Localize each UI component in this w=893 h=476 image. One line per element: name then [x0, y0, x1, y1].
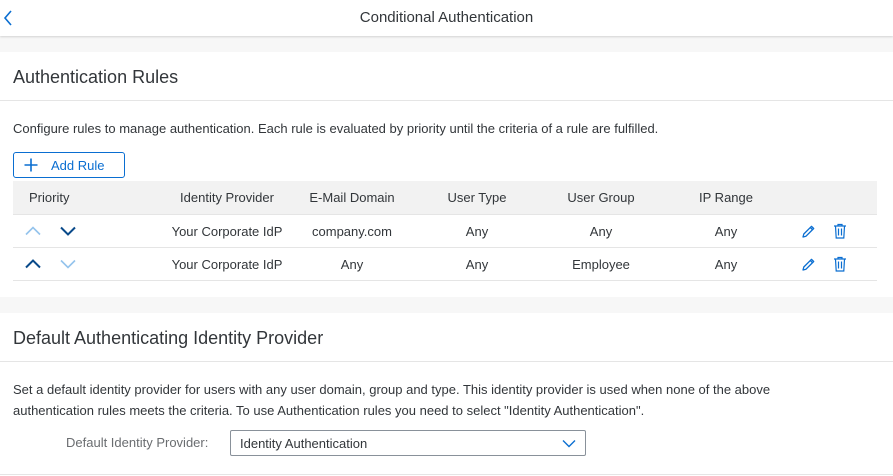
authentication-rules-section: Authentication Rules Configure rules to …	[0, 52, 893, 297]
chevron-down-icon	[60, 226, 76, 236]
cell-user-group: Any	[589, 223, 613, 239]
section-title: Authentication Rules	[13, 67, 179, 87]
cell-user-type: Any	[465, 256, 489, 272]
default-description-line-1: Set a default identity provider for user…	[13, 382, 771, 397]
default-idp-select[interactable]: Identity Authentication	[230, 430, 586, 456]
edit-rule-button[interactable]	[800, 256, 816, 272]
default-idp-section: Default Authenticating Identity Provider…	[0, 313, 893, 476]
table-row: Your Corporate IdP company.com Any Any A…	[13, 215, 877, 248]
move-up-button[interactable]	[25, 223, 41, 239]
page-header: Conditional Authentication	[0, 0, 893, 36]
trash-icon	[834, 256, 846, 272]
cell-email-domain: Any	[340, 256, 364, 272]
column-header-priority: Priority	[29, 190, 70, 205]
rules-table: Priority Identity Provider E-Mail Domain…	[13, 181, 877, 281]
table-row: Your Corporate IdP Any Any Employee Any	[13, 248, 877, 281]
column-header-identity-provider: Identity Provider	[180, 190, 274, 205]
pencil-icon	[801, 225, 814, 238]
chevron-up-icon	[25, 226, 41, 236]
section-title: Default Authenticating Identity Provider	[13, 328, 324, 348]
bottom-divider	[0, 474, 893, 475]
pencil-icon	[801, 258, 814, 271]
edit-rule-button[interactable]	[800, 223, 816, 239]
delete-rule-button[interactable]	[832, 256, 848, 272]
delete-rule-button[interactable]	[832, 223, 848, 239]
column-header-email-domain: E-Mail Domain	[309, 190, 395, 205]
trash-icon	[834, 223, 846, 239]
add-rule-button[interactable]: Add Rule	[13, 152, 125, 178]
move-down-button[interactable]	[60, 223, 76, 239]
cell-identity-provider: Your Corporate IdP	[171, 223, 283, 239]
move-up-button[interactable]	[25, 256, 41, 272]
cell-ip-range: Any	[714, 256, 738, 272]
page-title: Conditional Authentication	[359, 9, 534, 26]
chevron-up-icon	[25, 259, 41, 269]
section-divider	[0, 361, 893, 362]
cell-user-group: Employee	[572, 256, 630, 272]
cell-email-domain: company.com	[312, 223, 392, 239]
column-header-user-group: User Group	[567, 190, 635, 205]
chevron-down-icon	[562, 440, 576, 448]
default-idp-value: Identity Authentication	[240, 435, 368, 451]
section-divider	[0, 100, 893, 101]
add-rule-label: Add Rule	[51, 157, 105, 173]
table-header: Priority Identity Provider E-Mail Domain…	[13, 181, 877, 215]
default-description-line-2: authentication rules meets the criteria.…	[13, 403, 645, 418]
default-idp-label: Default Identity Provider:	[66, 435, 209, 450]
rules-description: Configure rules to manage authentication…	[13, 121, 659, 136]
move-down-button[interactable]	[60, 256, 76, 272]
column-header-user-type: User Type	[447, 190, 507, 205]
chevron-down-icon	[60, 259, 76, 269]
cell-ip-range: Any	[714, 223, 738, 239]
column-header-ip-range: IP Range	[699, 190, 753, 205]
cell-user-type: Any	[465, 223, 489, 239]
cell-identity-provider: Your Corporate IdP	[171, 256, 283, 272]
plus-icon	[24, 158, 38, 172]
